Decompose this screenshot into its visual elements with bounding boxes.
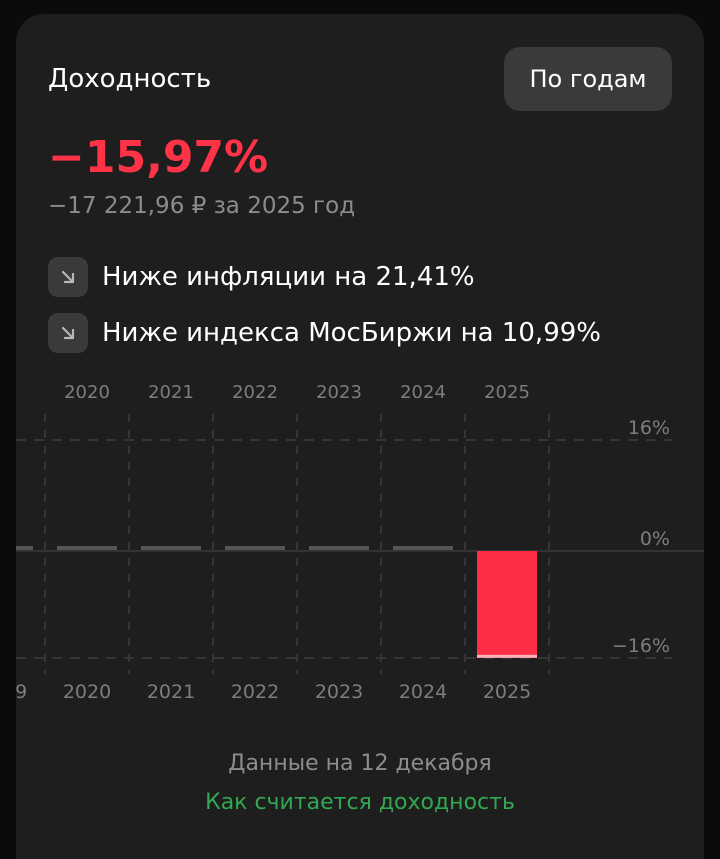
yield-card: Доходность По годам −15,97% −17 221,96 ₽…: [16, 14, 704, 859]
x-tick-label: 2022: [231, 681, 279, 703]
top-year-label: 2023: [316, 382, 362, 403]
top-year-label: 2025: [484, 382, 530, 403]
top-year-label: 2022: [232, 382, 278, 403]
x-tick-label: 2021: [147, 681, 195, 703]
bar-2020: [57, 546, 117, 550]
y-tick-label: 16%: [628, 417, 670, 439]
bar-2021: [141, 546, 201, 550]
bar-2019: [16, 546, 33, 550]
bar-2022: [225, 546, 285, 550]
x-tick-label: 2025: [483, 681, 531, 703]
bar-2025-edge: [477, 654, 537, 658]
yield-percent: −15,97%: [48, 132, 269, 183]
arrow-down-right-icon: [48, 257, 88, 297]
x-tick-label: 2019: [16, 681, 27, 703]
y-tick-label: 0%: [640, 528, 670, 550]
x-tick-label: 2024: [399, 681, 447, 703]
top-year-label: 2021: [148, 382, 194, 403]
data-date: Данные на 12 декабря: [228, 751, 492, 776]
bar-2025: [477, 551, 537, 658]
yield-amount: −17 221,96 ₽ за 2025 год: [48, 193, 356, 219]
arrow-down-right-icon: [48, 313, 88, 353]
bar-2024: [393, 546, 453, 550]
yield-method-link[interactable]: Как считается доходность: [205, 790, 515, 815]
yield-chart[interactable]: 16% 0% −16% 2020 2021 2022 2023 2024 2025 2019 202…: [16, 374, 704, 729]
y-tick-label: −16%: [612, 635, 670, 657]
bar-2023: [309, 546, 369, 550]
comparison-moex: Ниже индекса МосБиржи на 10,99%: [48, 313, 601, 353]
top-year-label: 2020: [64, 382, 110, 403]
card-title: Доходность: [48, 64, 212, 94]
comparison-inflation-text: Ниже инфляции на 21,41%: [102, 262, 475, 292]
top-year-label: 2024: [400, 382, 446, 403]
comparison-inflation: Ниже инфляции на 21,41%: [48, 257, 475, 297]
period-button[interactable]: По годам: [504, 47, 672, 111]
comparison-moex-text: Ниже индекса МосБиржи на 10,99%: [102, 318, 601, 348]
x-tick-label: 2020: [63, 681, 111, 703]
x-tick-label: 2023: [315, 681, 363, 703]
